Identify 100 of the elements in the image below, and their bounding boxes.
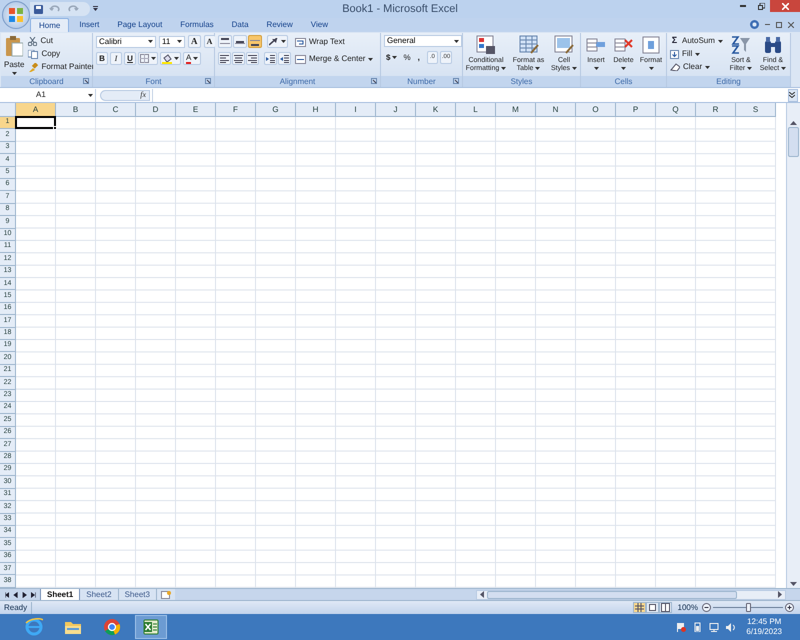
flag-icon[interactable] (677, 622, 686, 632)
restore-icon[interactable] (776, 22, 782, 28)
column-header[interactable]: D (136, 103, 176, 117)
scroll-down-icon[interactable] (790, 582, 797, 586)
font-size-field[interactable]: 11 (159, 36, 185, 48)
column-header[interactable]: A (16, 103, 56, 117)
font-color-button[interactable]: A (183, 52, 202, 65)
ribbon-tab[interactable]: Insert (71, 18, 108, 32)
fill-handle[interactable] (53, 126, 57, 130)
dialog-launcher-icon[interactable] (453, 78, 459, 84)
sheet-tab[interactable]: Sheet2 (80, 588, 119, 600)
column-header[interactable]: C (96, 103, 136, 117)
column-header[interactable]: M (496, 103, 536, 117)
align-text-button[interactable] (218, 52, 231, 65)
ribbon-tab[interactable]: Page Layout (109, 18, 170, 32)
name-box[interactable]: A1 (0, 88, 96, 102)
view-button[interactable] (632, 602, 646, 613)
speaker-icon[interactable] (726, 622, 736, 632)
bold-button[interactable]: B (96, 52, 108, 65)
currency-button[interactable]: $ (384, 51, 400, 64)
column-header[interactable]: R (696, 103, 736, 117)
orientation-button[interactable] (267, 35, 288, 48)
ribbon-tab[interactable]: View (302, 18, 336, 32)
insert-function-button[interactable]: fx (140, 89, 146, 101)
taskbar-button[interactable] (135, 615, 167, 639)
merge-center-button[interactable]: Merge & Center (295, 53, 374, 65)
column-header[interactable]: O (576, 103, 616, 117)
save-icon[interactable] (34, 4, 43, 14)
zoom-out-icon[interactable] (702, 603, 711, 612)
editing-command[interactable]: Σ AutoSum (670, 35, 723, 47)
expand-button[interactable] (788, 88, 798, 102)
indent-button[interactable] (264, 52, 277, 65)
zoom-in-icon[interactable] (785, 603, 794, 612)
column-header[interactable]: E (176, 103, 216, 117)
sheet-tab[interactable]: Sheet1 (40, 588, 80, 600)
align-text-button[interactable] (246, 52, 259, 65)
column-header[interactable]: S (736, 103, 776, 117)
font-field[interactable]: Calibri (96, 36, 156, 48)
ribbon-tab[interactable]: Data (224, 18, 257, 32)
sheet-nav-icon[interactable] (30, 592, 37, 598)
scroll-left-icon[interactable] (480, 591, 484, 598)
close-button[interactable] (770, 0, 800, 12)
column-header[interactable]: F (216, 103, 256, 117)
percent-button[interactable]: % (401, 51, 413, 64)
view-button[interactable] (658, 602, 672, 613)
column-header[interactable]: B (56, 103, 96, 117)
column-header[interactable]: N (536, 103, 576, 117)
underline-button[interactable]: U (124, 52, 136, 65)
network-icon[interactable] (709, 622, 720, 632)
scroll-up-icon[interactable] (790, 121, 797, 125)
dialog-launcher-icon[interactable] (205, 78, 211, 84)
fill-color-button[interactable] (160, 52, 181, 65)
indent-button[interactable] (278, 52, 291, 65)
column-header[interactable]: K (416, 103, 456, 117)
ribbon-tab[interactable]: Formulas (172, 18, 222, 32)
number-format-field[interactable]: General (384, 35, 462, 47)
close-icon[interactable] (788, 22, 794, 28)
sheet-nav-icon[interactable] (3, 592, 10, 598)
ribbon-tab[interactable]: Review (258, 18, 301, 32)
dialog-launcher-icon[interactable] (371, 78, 377, 84)
editing-command[interactable]: Fill (670, 48, 723, 60)
slider-thumb[interactable] (746, 603, 751, 612)
column-header[interactable]: H (296, 103, 336, 117)
grow-font-button[interactable]: A (188, 35, 200, 48)
editing-command[interactable]: Clear (670, 61, 723, 73)
align-button[interactable] (233, 35, 247, 48)
wrap-text-button[interactable]: Wrap Text (295, 36, 374, 48)
align-button[interactable] (218, 35, 232, 48)
italic-button[interactable]: I (110, 52, 122, 65)
view-button[interactable] (646, 602, 659, 613)
clipboard-command[interactable]: Cut (28, 35, 94, 47)
borders-button[interactable] (138, 52, 158, 65)
column-header[interactable]: Q (656, 103, 696, 117)
paste-button[interactable]: Paste (4, 35, 24, 76)
align-text-button[interactable] (232, 52, 245, 65)
cell-grid[interactable] (16, 117, 776, 588)
ribbon-tab[interactable]: Home (30, 18, 70, 32)
horizontal-scrollbar[interactable] (476, 590, 786, 600)
office-button[interactable] (2, 1, 30, 29)
sheet-tab[interactable]: Sheet3 (118, 588, 157, 600)
dialog-launcher-icon[interactable] (83, 78, 89, 84)
scroll-thumb[interactable] (487, 590, 737, 598)
column-header[interactable]: I (336, 103, 376, 117)
battery-icon[interactable] (693, 622, 702, 632)
column-header[interactable]: J (376, 103, 416, 117)
active-cell[interactable] (15, 116, 56, 130)
customize-icon[interactable] (93, 6, 98, 12)
insert-sheet-button[interactable] (156, 588, 175, 600)
scroll-thumb[interactable] (788, 127, 799, 157)
scroll-right-icon[interactable] (778, 591, 782, 598)
taskbar-clock[interactable]: 12:45 PM 6/19/2023 (746, 617, 782, 637)
comma-button[interactable]: , (414, 51, 423, 64)
column-header[interactable]: L (456, 103, 496, 117)
align-button[interactable] (248, 35, 262, 48)
vertical-scrollbar[interactable] (786, 103, 800, 588)
column-header[interactable]: G (256, 103, 296, 117)
help-icon[interactable] (750, 20, 759, 29)
column-header[interactable]: P (616, 103, 656, 117)
shrink-font-button[interactable]: A (204, 35, 216, 48)
zoom-slider[interactable] (713, 603, 783, 612)
